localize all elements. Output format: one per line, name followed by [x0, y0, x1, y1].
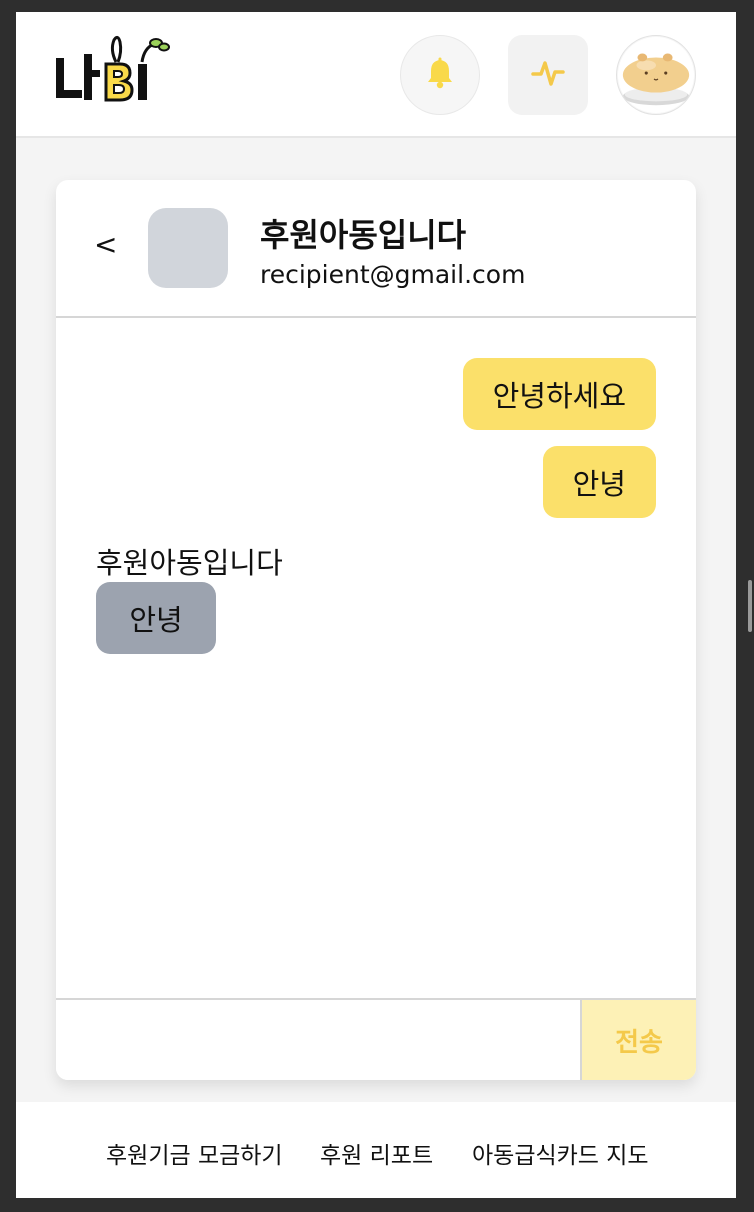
profile-avatar-image: [617, 36, 695, 114]
recipient-avatar: [148, 208, 228, 288]
back-button[interactable]: <: [94, 228, 117, 261]
bottom-footer: 후원기금 모금하기 후원 리포트 아동급식카드 지도: [16, 1102, 736, 1198]
recipient-name: 후원아동입니다: [260, 216, 467, 254]
incoming-sender-name: 후원아동입니다: [96, 546, 283, 580]
outgoing-message: 안녕하세요: [462, 358, 656, 430]
outgoing-message: 안녕: [542, 446, 656, 518]
incoming-message: 안녕: [96, 582, 216, 654]
activity-icon: [531, 58, 565, 92]
bell-icon: [425, 57, 455, 93]
scrollbar-thumb[interactable]: [748, 580, 752, 632]
chat-panel: < 후원아동입니다 recipient@gmail.com 안녕하세요 안녕 후…: [56, 180, 696, 1080]
chat-header: < 후원아동입니다 recipient@gmail.com: [56, 180, 696, 318]
app-viewport: < 후원아동입니다 recipient@gmail.com 안녕하세요 안녕 후…: [16, 12, 736, 1198]
footer-link-meal-card-map[interactable]: 아동급식카드 지도: [472, 1136, 649, 1170]
footer-link-report[interactable]: 후원 리포트: [320, 1136, 433, 1170]
message-list: 안녕하세요 안녕 후원아동입니다 안녕: [56, 318, 696, 998]
activity-button[interactable]: [508, 35, 588, 115]
nabi-logo[interactable]: [54, 30, 172, 106]
message-composer: 전송: [56, 998, 696, 1080]
message-input[interactable]: [56, 1000, 582, 1080]
footer-link-fundraising[interactable]: 후원기금 모금하기: [106, 1136, 283, 1170]
notification-button[interactable]: [400, 35, 480, 115]
send-button[interactable]: 전송: [582, 1000, 696, 1080]
top-header: [16, 12, 736, 138]
recipient-email: recipient@gmail.com: [260, 260, 526, 289]
profile-avatar[interactable]: [616, 35, 696, 115]
